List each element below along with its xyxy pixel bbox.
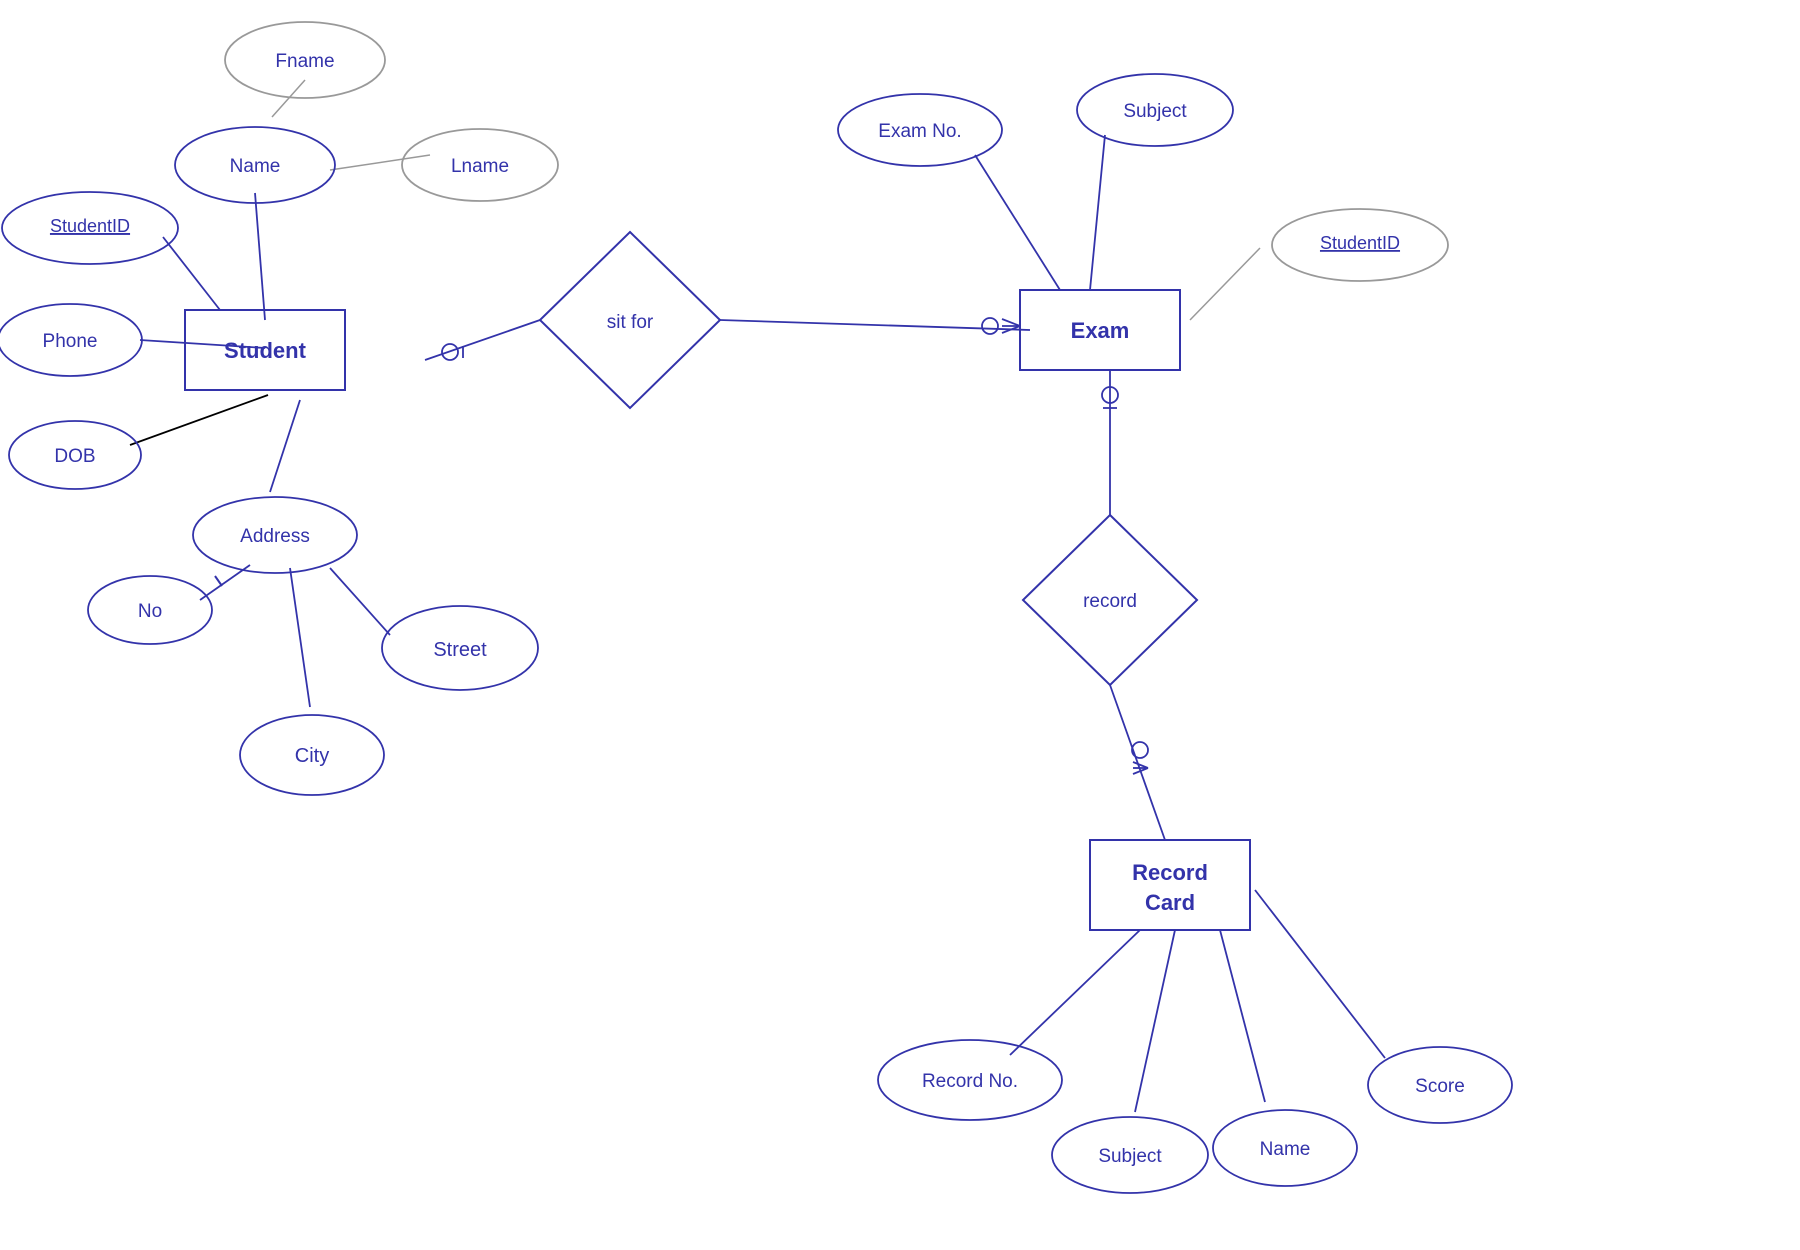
entity-exam-label: Exam — [1071, 318, 1130, 343]
line-dob-student — [130, 395, 268, 445]
line-studentid-student — [163, 237, 220, 310]
line-rc-score — [1255, 890, 1385, 1058]
attr-studentid2-label: StudentID — [1320, 233, 1400, 253]
attr-city-label: City — [295, 745, 329, 767]
attr-score-label: Score — [1415, 1076, 1465, 1097]
attr-dob-label: DOB — [54, 446, 95, 467]
zero-exam-side — [982, 318, 998, 334]
attr-name-label: Name — [230, 156, 281, 177]
line-street-address — [330, 568, 390, 635]
attr-lname-label: Lname — [451, 156, 509, 177]
entity-record-card-label1: Record — [1132, 860, 1208, 885]
tick-no-address — [215, 576, 222, 586]
attr-subject-rc-label: Subject — [1098, 1146, 1162, 1167]
relationship-record-label: record — [1083, 591, 1137, 612]
attr-examno-label: Exam No. — [878, 121, 961, 142]
entity-student-label: Student — [224, 338, 307, 363]
attr-no-label: No — [138, 601, 162, 622]
line-studentid2-exam — [1190, 248, 1260, 320]
attr-name-rc-label: Name — [1260, 1139, 1311, 1160]
attr-subject-exam-label: Subject — [1123, 101, 1187, 122]
zero-rc-top — [1132, 742, 1148, 758]
line-rc-subject — [1135, 930, 1175, 1112]
attr-studentid-label: StudentID — [50, 216, 130, 236]
crow-exam-1 — [1002, 319, 1020, 326]
relationship-sitfor-label: sit for — [607, 312, 654, 333]
line-name-student — [255, 193, 265, 320]
line-address-student — [270, 400, 300, 492]
line-examno-exam — [975, 155, 1060, 290]
attr-address-label: Address — [240, 526, 310, 547]
attr-street-label: Street — [433, 639, 487, 661]
entity-record-card — [1090, 840, 1250, 930]
entity-record-card-label2: Card — [1145, 890, 1195, 915]
er-diagram: Student Exam Record Card sit for record … — [0, 0, 1800, 1250]
line-subject-exam — [1090, 135, 1105, 290]
line-rc-name — [1220, 930, 1265, 1102]
attr-fname-label: Fname — [275, 51, 334, 72]
attr-record-no-label: Record No. — [922, 1071, 1018, 1092]
line-city-address — [290, 568, 310, 707]
attr-phone-label: Phone — [43, 331, 98, 352]
line-record-recordcard — [1110, 685, 1165, 840]
line-rc-recordno — [1010, 930, 1140, 1055]
line-lname-name — [330, 155, 430, 170]
